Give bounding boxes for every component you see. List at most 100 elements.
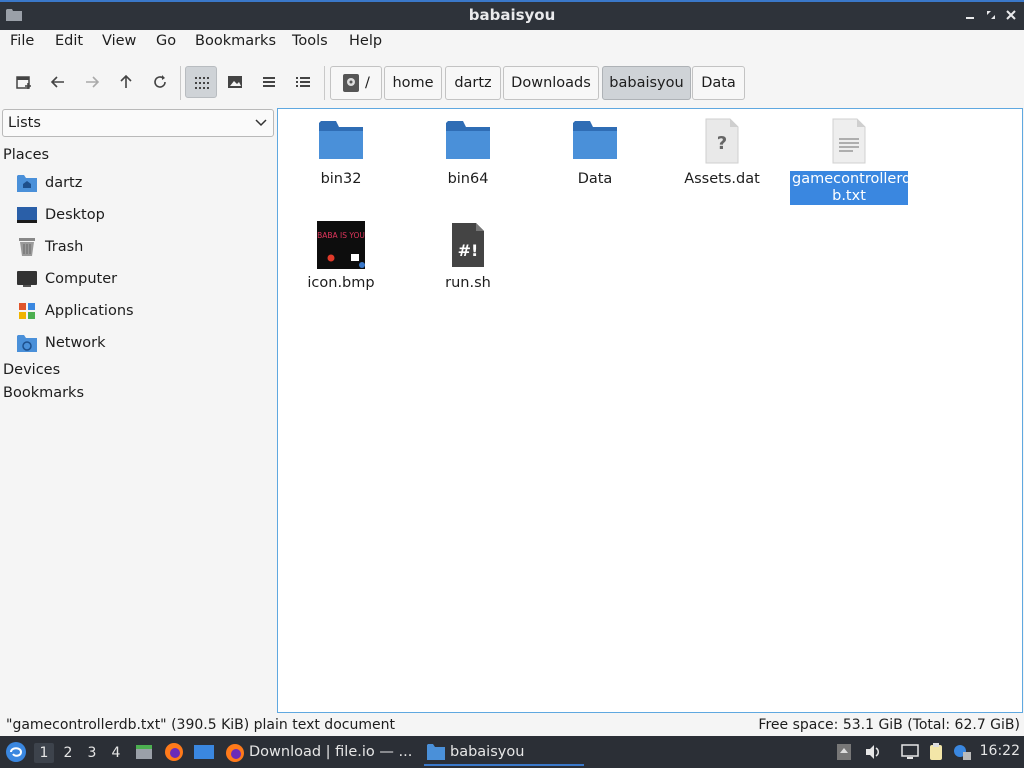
text-file-icon bbox=[832, 118, 866, 164]
up-button[interactable] bbox=[110, 66, 142, 98]
folder-icon bbox=[573, 121, 617, 159]
script-file-icon: #! bbox=[452, 223, 484, 267]
taskbar: 1 2 3 4 Download | file.io — ... babaisy… bbox=[0, 736, 1024, 768]
detailed-list-icon bbox=[296, 77, 310, 87]
toolbar-separator bbox=[324, 66, 325, 100]
breadcrumb-home[interactable]: home bbox=[384, 66, 442, 100]
workspace-3[interactable]: 3 bbox=[82, 743, 102, 763]
place-label: Trash bbox=[45, 239, 84, 255]
chevron-down-icon bbox=[255, 119, 267, 127]
breadcrumb-label: / bbox=[365, 75, 370, 91]
desktop-launcher-icon[interactable] bbox=[193, 742, 215, 762]
close-button[interactable] bbox=[1003, 7, 1019, 23]
workspace-2[interactable]: 2 bbox=[58, 743, 78, 763]
image-view-icon bbox=[228, 76, 242, 88]
file-item-bin32[interactable]: bin32 bbox=[281, 117, 401, 188]
arrow-right-icon bbox=[86, 76, 100, 88]
image-thumbnail-icon: BABA IS YOU bbox=[317, 221, 365, 269]
file-item-icon-bmp[interactable]: BABA IS YOU icon.bmp bbox=[281, 221, 401, 292]
menu-help[interactable]: Help bbox=[349, 33, 382, 49]
devices-heading[interactable]: Devices bbox=[3, 362, 60, 378]
network-status-icon[interactable] bbox=[901, 743, 919, 761]
file-name: gamecontrollerd b.txt bbox=[790, 171, 911, 205]
bookmarks-heading[interactable]: Bookmarks bbox=[3, 385, 84, 401]
file-name: bin64 bbox=[447, 171, 489, 187]
file-item-bin64[interactable]: bin64 bbox=[408, 117, 528, 188]
status-bar: "gamecontrollerdb.txt" (390.5 KiB) plain… bbox=[0, 714, 1024, 736]
place-label: Applications bbox=[45, 303, 134, 319]
breadcrumb-dartz[interactable]: dartz bbox=[445, 66, 501, 100]
new-tab-icon bbox=[16, 76, 31, 89]
file-name-line: b.txt bbox=[832, 188, 866, 204]
task-label: Download | file.io — ... bbox=[249, 744, 413, 760]
file-item-gamecontrollerdb[interactable]: gamecontrollerd b.txt bbox=[789, 117, 911, 205]
new-tab-button[interactable] bbox=[8, 66, 40, 98]
start-menu-icon[interactable] bbox=[5, 741, 27, 763]
task-firefox[interactable]: Download | file.io — ... bbox=[225, 740, 412, 766]
toolbar-separator bbox=[180, 66, 181, 100]
breadcrumb-downloads[interactable]: Downloads bbox=[503, 66, 599, 100]
folder-icon bbox=[427, 744, 445, 760]
firefox-launcher-icon[interactable] bbox=[164, 742, 184, 762]
window-title: babaisyou bbox=[468, 6, 556, 24]
sidebar-mode-dropdown[interactable]: Lists bbox=[2, 109, 274, 137]
notification-icon[interactable] bbox=[953, 743, 971, 761]
places-heading: Places bbox=[3, 147, 50, 163]
reload-icon bbox=[154, 75, 166, 88]
menu-bookmarks[interactable]: Bookmarks bbox=[195, 33, 276, 49]
selection-status: "gamecontrollerdb.txt" (390.5 KiB) plain… bbox=[6, 717, 395, 733]
sidebar: Lists Places dartz Desktop Trash Compute… bbox=[0, 108, 276, 714]
file-manager-launcher-icon[interactable] bbox=[134, 742, 154, 762]
clock: 16:22 bbox=[979, 743, 1020, 759]
file-item-run-sh[interactable]: #! run.sh bbox=[408, 221, 528, 292]
thumbnail-view-button[interactable] bbox=[219, 66, 251, 98]
breadcrumb-root[interactable]: / bbox=[330, 66, 382, 100]
trash-icon bbox=[19, 238, 35, 256]
workspace-1[interactable]: 1 bbox=[34, 743, 54, 763]
file-view[interactable]: bin32 bin64 Data ? Assets.dat gamecontro… bbox=[277, 108, 1023, 713]
detailed-view-button[interactable] bbox=[287, 66, 319, 98]
folder-icon bbox=[446, 121, 490, 159]
maximize-button[interactable] bbox=[983, 7, 999, 23]
minimize-button[interactable] bbox=[962, 7, 978, 23]
forward-button[interactable] bbox=[76, 66, 108, 98]
task-babaisyou[interactable]: babaisyou bbox=[424, 740, 584, 766]
task-label: babaisyou bbox=[450, 744, 525, 760]
arrow-left-icon bbox=[50, 76, 64, 88]
home-folder-icon bbox=[17, 175, 37, 192]
list-view-icon bbox=[263, 77, 275, 87]
breadcrumb-data[interactable]: Data bbox=[692, 66, 745, 100]
svg-text:#!: #! bbox=[458, 241, 479, 260]
place-label: dartz bbox=[45, 175, 83, 191]
workspace-4[interactable]: 4 bbox=[106, 743, 126, 763]
updates-icon[interactable] bbox=[835, 743, 853, 761]
menu-tools[interactable]: Tools bbox=[292, 33, 328, 49]
free-space-status: Free space: 53.1 GiB (Total: 62.7 GiB) bbox=[758, 717, 1020, 733]
menu-file[interactable]: File bbox=[10, 33, 34, 49]
file-name: run.sh bbox=[445, 275, 491, 291]
dropdown-value: Lists bbox=[8, 115, 41, 131]
place-label: Computer bbox=[45, 271, 118, 287]
svg-text:?: ? bbox=[717, 133, 727, 154]
back-button[interactable] bbox=[42, 66, 74, 98]
breadcrumb-babaisyou[interactable]: babaisyou bbox=[602, 66, 691, 100]
network-icon bbox=[17, 335, 37, 352]
desktop-icon bbox=[17, 207, 37, 223]
file-name: Data bbox=[577, 171, 613, 187]
menu-view[interactable]: View bbox=[102, 33, 136, 49]
menu-go[interactable]: Go bbox=[156, 33, 176, 49]
menu-bar: File Edit View Go Bookmarks Tools Help bbox=[0, 30, 1024, 56]
icon-view-button[interactable] bbox=[185, 66, 217, 98]
clipboard-icon[interactable] bbox=[927, 743, 945, 761]
thumbnail-text: BABA IS YOU bbox=[317, 231, 365, 240]
title-bar: babaisyou bbox=[0, 0, 1024, 30]
toolbar: / home dartz Downloads babaisyou Data bbox=[0, 60, 1024, 106]
file-name: bin32 bbox=[320, 171, 362, 187]
compact-view-button[interactable] bbox=[253, 66, 285, 98]
drive-icon bbox=[343, 74, 359, 92]
file-item-assets[interactable]: ? Assets.dat bbox=[662, 117, 782, 188]
menu-edit[interactable]: Edit bbox=[55, 33, 83, 49]
volume-icon[interactable] bbox=[864, 743, 882, 761]
reload-button[interactable] bbox=[144, 66, 176, 98]
file-item-data[interactable]: Data bbox=[535, 117, 655, 188]
